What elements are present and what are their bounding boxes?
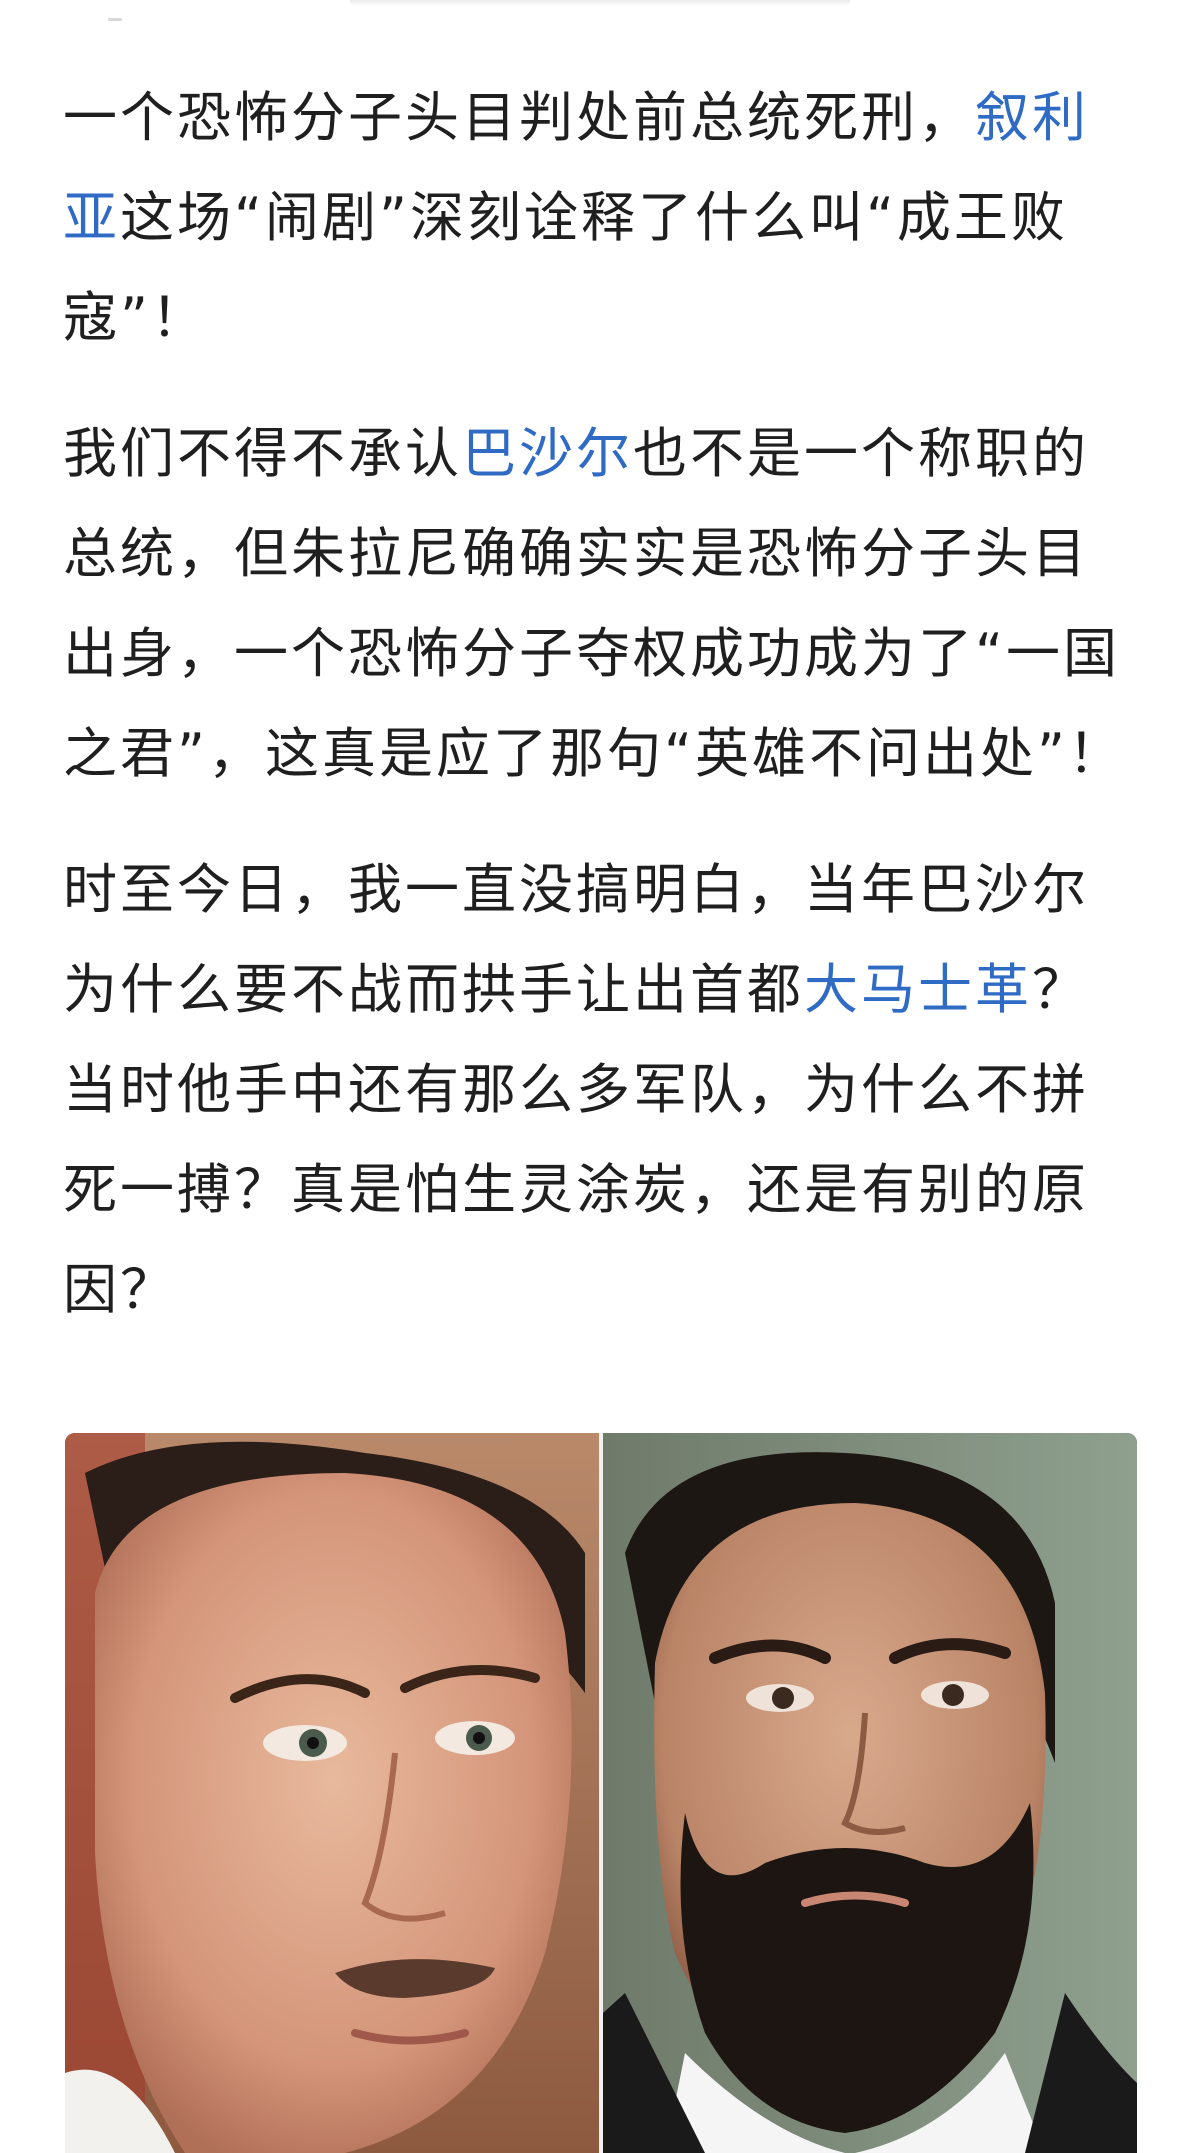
link-bashar[interactable]: 巴沙尔 [462, 422, 633, 485]
article-photo[interactable] [65, 1433, 1137, 2153]
link-damascus[interactable]: 大马士革 [804, 958, 1032, 1021]
paragraph-3: 时至今日，我一直没搞明白，当年巴沙尔为什么要不战而拱手让出首都大马士革？当时他手… [63, 840, 1143, 1340]
top-edge-mark [108, 18, 122, 21]
text-segment: 一个恐怖分子头目判处前总统死刑， [63, 86, 975, 149]
paragraph-2: 我们不得不承认巴沙尔也不是一个称职的总统，但朱拉尼确确实实是恐怖分子头目出身，一… [63, 404, 1143, 804]
paragraph-1: 一个恐怖分子头目判处前总统死刑，叙利亚这场“闹剧”深刻诠释了什么叫“成王败寇”！ [63, 68, 1143, 368]
article-body: 一个恐怖分子头目判处前总统死刑，叙利亚这场“闹剧”深刻诠释了什么叫“成王败寇”！… [63, 68, 1143, 1376]
text-segment: 我们不得不承认 [63, 422, 462, 485]
portrait-photo-icon [65, 1433, 1137, 2153]
text-segment: 这场“闹剧”深刻诠释了什么叫“成王败寇”！ [63, 186, 1068, 349]
top-edge-shadow [350, 0, 850, 6]
